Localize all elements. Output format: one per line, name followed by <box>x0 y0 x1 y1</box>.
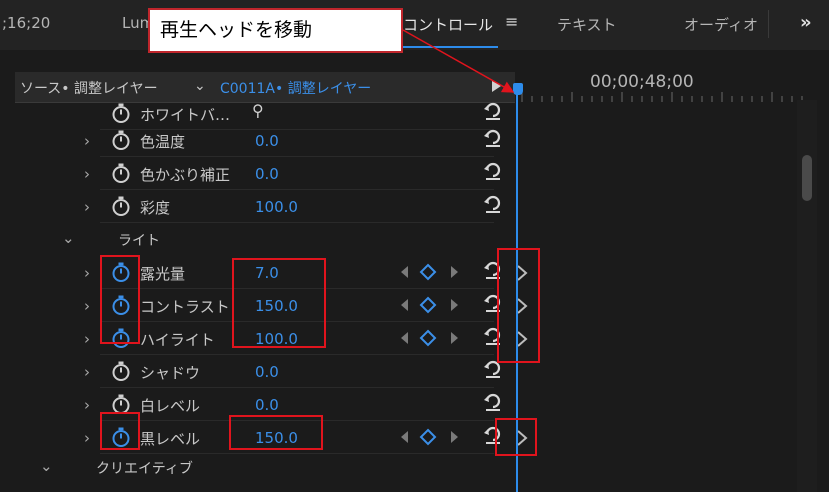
reset-parameter-icon[interactable] <box>483 129 503 149</box>
keyframe-navigator[interactable] <box>398 427 464 447</box>
tab-timecode-fragment: ;16;20 <box>2 14 51 32</box>
chevron-right-icon[interactable]: › <box>84 165 90 183</box>
chevron-right-icon[interactable]: › <box>84 330 90 348</box>
stopwatch-icon[interactable] <box>110 102 132 124</box>
reset-parameter-icon[interactable] <box>483 393 503 413</box>
property-name: 色温度 <box>140 133 186 151</box>
keyframe-navigator[interactable] <box>398 328 464 348</box>
keyframe-highlight-box <box>497 248 540 363</box>
chevron-down-icon[interactable]: ⌄ <box>194 78 206 94</box>
property-name: コントラスト <box>140 298 230 316</box>
property-name: 色かぶり補正 <box>140 166 231 184</box>
scrollbar-thumb[interactable] <box>802 155 812 201</box>
panel-menu-icon[interactable]: ≡ <box>505 12 518 31</box>
tab-effect-controls[interactable]: コントロール <box>403 14 493 35</box>
chevron-right-icon[interactable]: › <box>84 198 90 216</box>
chevron-right-icon[interactable]: › <box>84 363 90 381</box>
eyedropper-icon[interactable]: ⚲ <box>252 101 264 120</box>
chevron-right-icon[interactable]: › <box>84 264 90 282</box>
effect-timeline-area[interactable] <box>516 70 829 492</box>
value-highlight-box-black <box>229 415 323 450</box>
chevron-right-icon[interactable]: › <box>84 396 90 414</box>
property-row[interactable]: › 彩度 100.0 <box>0 190 516 223</box>
property-name: シャドウ <box>140 364 201 382</box>
stopwatch-icon[interactable] <box>110 195 132 217</box>
property-name: ハイライト <box>140 331 215 349</box>
property-row[interactable]: › 色かぶり補正 0.0 <box>0 157 516 190</box>
timeline-ruler[interactable] <box>516 92 806 102</box>
property-value[interactable]: 0.0 <box>255 396 279 414</box>
chevron-right-icon[interactable]: › <box>84 297 90 315</box>
clip-label[interactable]: C0011A• 調整レイヤー <box>220 78 371 98</box>
reset-parameter-icon[interactable] <box>483 162 503 182</box>
property-row[interactable]: ⌄ クリエイティブ <box>0 454 516 487</box>
tab-text[interactable]: テキスト <box>557 14 617 35</box>
callout-box: 再生ヘッドを移動 <box>148 8 403 53</box>
section-name: クリエイティブ <box>96 461 193 477</box>
source-label[interactable]: ソース• 調整レイヤー <box>20 78 158 98</box>
value-highlight-box <box>232 258 326 348</box>
property-value[interactable]: 0.0 <box>255 165 279 183</box>
property-row[interactable]: ⌄ ライト <box>0 223 516 256</box>
tab-divider <box>768 10 769 38</box>
property-value[interactable]: 0.0 <box>255 132 279 150</box>
property-row[interactable]: › 色温度 0.0 <box>0 124 516 157</box>
chevron-right-icon[interactable]: › <box>84 132 90 150</box>
playhead-handle[interactable] <box>513 83 523 95</box>
property-name: 黒レベル <box>140 430 201 448</box>
stopwatch-highlight-box-black <box>100 412 140 450</box>
property-name: 露光量 <box>140 265 186 283</box>
property-row[interactable]: › シャドウ 0.0 <box>0 355 516 388</box>
chevron-down-icon[interactable]: ⌄ <box>40 457 53 475</box>
stopwatch-icon[interactable] <box>110 129 132 151</box>
tab-audio[interactable]: オーディオ <box>684 14 758 35</box>
property-name: 彩度 <box>140 199 171 217</box>
stopwatch-icon[interactable] <box>110 360 132 382</box>
timeline-timecode: 00;00;48;00 <box>590 72 694 92</box>
more-tabs-icon[interactable]: » <box>800 12 812 33</box>
property-value[interactable]: 100.0 <box>255 198 298 216</box>
chevron-down-icon[interactable]: ⌄ <box>62 229 75 247</box>
stopwatch-highlight-box <box>100 255 140 344</box>
keyframe-navigator[interactable] <box>398 262 464 282</box>
property-name: 白レベル <box>140 397 201 415</box>
property-value[interactable]: 0.0 <box>255 363 279 381</box>
chevron-right-icon[interactable]: › <box>84 429 90 447</box>
play-triangle-icon[interactable] <box>492 80 501 92</box>
active-tab-indicator <box>398 46 498 48</box>
reset-parameter-icon[interactable] <box>483 195 503 215</box>
reset-parameter-icon[interactable] <box>483 102 503 122</box>
group-name: ライト <box>118 233 160 249</box>
keyframe-navigator[interactable] <box>398 295 464 315</box>
reset-parameter-icon[interactable] <box>483 360 503 380</box>
stopwatch-icon[interactable] <box>110 162 132 184</box>
property-name: ホワイトバ… <box>140 106 231 124</box>
keyframe-highlight-box-black <box>495 418 537 456</box>
